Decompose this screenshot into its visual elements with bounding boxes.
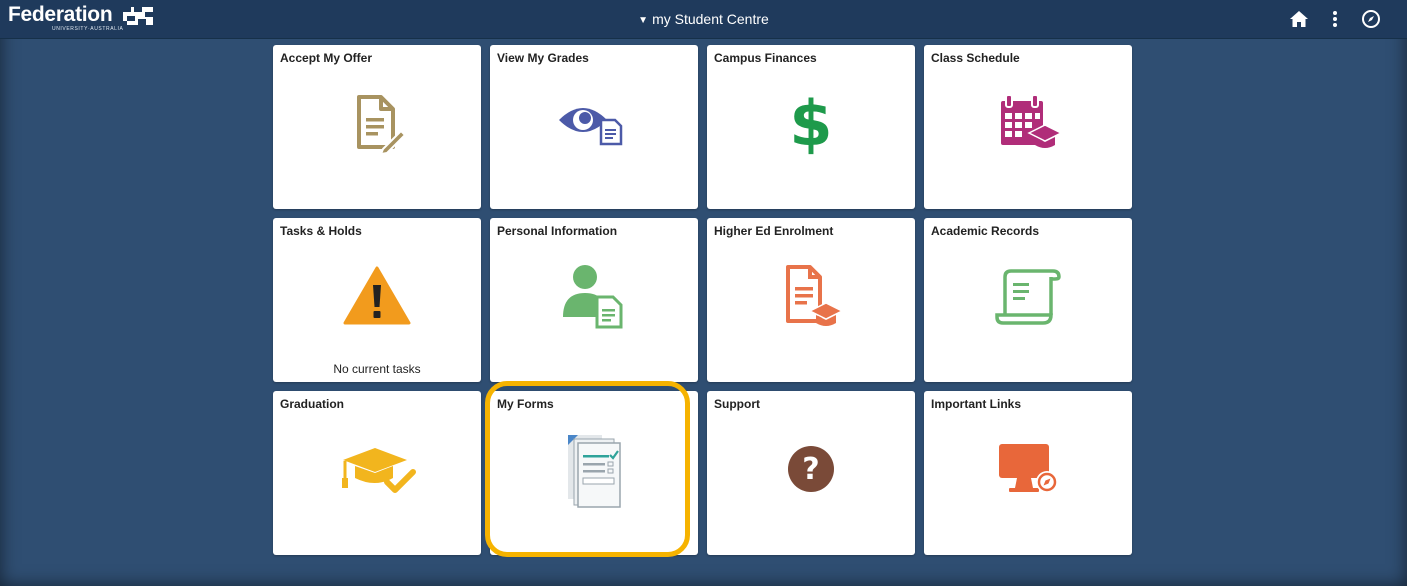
tile-label: My Forms [497,397,554,411]
forms-checklist-icon [568,435,621,508]
more-actions-button[interactable] [1317,0,1353,38]
tile-support[interactable]: Support ? [707,391,915,555]
tile-accept-my-offer[interactable]: Accept My Offer [273,45,481,209]
calendar-graduation-icon [1001,94,1063,148]
more-actions-icon [1333,11,1337,27]
tile-my-forms[interactable]: My Forms [490,391,698,555]
tile-tasks-holds[interactable]: Tasks & Holds No current tasks [273,218,481,382]
monitor-link-icon [999,444,1058,493]
warning-icon [343,266,411,325]
tile-graduation[interactable]: Graduation [273,391,481,555]
tile-academic-records[interactable]: Academic Records [924,218,1132,382]
navbar-compass-icon [1362,10,1380,28]
document-graduation-icon [786,265,844,326]
tile-label: Campus Finances [714,51,817,65]
tile-personal-information[interactable]: Personal Information [490,218,698,382]
scroll-icon [995,269,1061,325]
caret-down-icon: ▼ [638,15,649,26]
svg-text:?: ? [802,452,819,487]
tile-label: Higher Ed Enrolment [714,224,834,238]
question-icon: ? [788,446,834,492]
tile-class-schedule[interactable]: Class Schedule [924,45,1132,209]
page-title: my Student Centre [652,11,769,27]
tile-label: Support [714,397,760,411]
tile-label: View My Grades [497,51,589,65]
tile-higher-ed-enrolment[interactable]: Higher Ed Enrolment [707,218,915,382]
home-button[interactable] [1281,0,1317,38]
page-background [0,0,1407,586]
tile-label: Accept My Offer [280,51,373,65]
tile-label: Important Links [931,397,1022,411]
navbar-button[interactable] [1353,0,1389,38]
tile-view-my-grades[interactable]: View My Grades [490,45,698,209]
tile-important-links[interactable]: Important Links [924,391,1132,555]
tile-label: Graduation [280,397,345,411]
graduation-cap-icon [342,448,416,493]
tile-label: Class Schedule [931,51,1020,65]
tile-label: Academic Records [931,224,1040,238]
top-bar: Federation UNIVERSITY·AUSTRALIA ▼ my Stud… [0,0,1407,39]
tile-label: Personal Information [497,224,618,238]
eye-document-icon [559,108,623,146]
tile-campus-finances[interactable]: Campus Finances $ [707,45,915,209]
svg-text:$: $ [789,90,832,156]
dollar-icon: $ [789,90,832,156]
person-document-icon [563,265,623,329]
home-icon [1290,11,1308,27]
tasks-status-text: No current tasks [333,362,421,376]
document-edit-icon [357,95,407,155]
tile-label: Tasks & Holds [280,224,362,238]
page-title-dropdown[interactable]: ▼ my Student Centre [0,0,1407,38]
